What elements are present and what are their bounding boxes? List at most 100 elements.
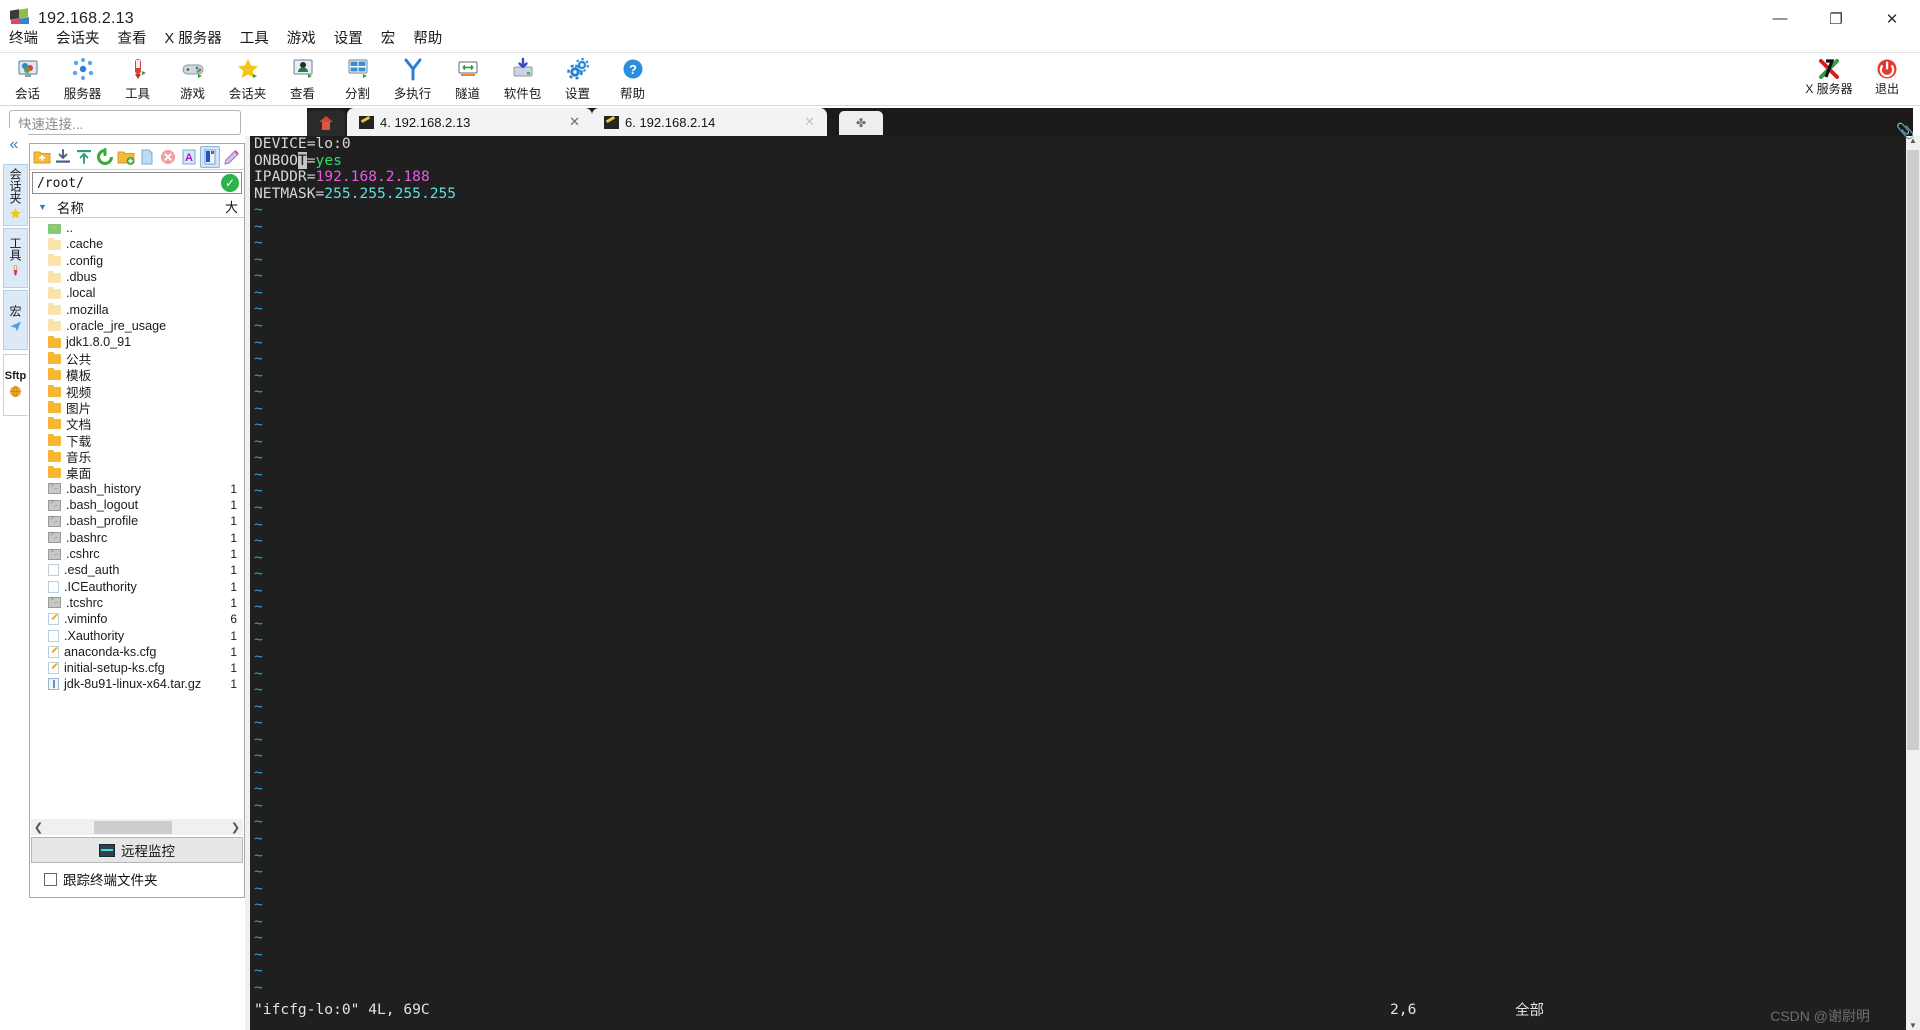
menu-xserver[interactable]: X 服务器 [156,24,231,51]
file-list-item[interactable]: .bash_logout 1 [30,497,244,513]
menu-games[interactable]: 游戏 [278,24,325,51]
file-list-hscrollbar[interactable]: ❮ ❯ [31,819,243,835]
toolbar-split[interactable]: 分割 [330,53,385,106]
menu-macros[interactable]: 宏 [372,24,405,51]
toolbar-view[interactable]: 查看 [275,53,330,106]
file-list-item[interactable]: .local [30,285,244,301]
vtab-sftp[interactable]: Sftp [3,354,28,416]
toolbar-xserver[interactable]: X 服务器 [1800,53,1858,106]
file-list-item[interactable]: jdk-8u91-linux-x64.tar.gz 1 [30,676,244,692]
menu-help[interactable]: 帮助 [404,24,451,51]
file-list-item[interactable]: jdk1.8.0_91 [30,334,244,350]
file-list-item[interactable]: 公共 [30,350,244,367]
tab-close-button[interactable]: ✕ [569,114,580,130]
check-circle-icon[interactable]: ✓ [221,174,239,192]
vtab-sessions[interactable]: 会话夹 [3,164,28,226]
tab-session-6[interactable]: 6. 192.168.2.14 ✕ [592,108,827,136]
file-list-item[interactable]: 下载 [30,432,244,449]
scroll-down-icon[interactable]: ▼ [1906,1021,1920,1030]
file-list-item[interactable]: 桌面 [30,464,244,481]
file-list-item[interactable]: .Xauthority 1 [30,627,244,643]
new-tab-button[interactable]: ✤ [839,111,883,135]
terminal-scrollbar[interactable]: ▲ ▼ [1906,136,1920,1030]
toolbar-tunneling[interactable]: 隧道 [440,53,495,106]
file-list-item[interactable]: .mozilla [30,301,244,317]
file-list-item[interactable]: ↖.. [30,220,244,236]
follow-terminal-folder-checkbox[interactable]: 跟踪终端文件夹 [44,869,158,889]
packages-icon [508,55,538,82]
fp-binary-mode[interactable] [200,145,221,168]
file-list[interactable]: ↖.. .cache .config .dbus .local .mozilla .orac… [30,220,244,813]
toolbar-packages[interactable]: 软件包 [495,53,550,106]
fp-download[interactable] [54,146,73,168]
paperclip-icon[interactable]: 📎 [1896,122,1915,140]
toolbar-multiexec[interactable]: 多执行 [385,53,440,106]
toolbar-servers[interactable]: 服务器 [55,53,110,106]
file-list-item[interactable]: 音乐 [30,448,244,465]
file-list-item[interactable]: .config [30,253,244,269]
quick-connect-input[interactable]: 快速连接... [9,110,241,135]
toolbar-settings[interactable]: 设置 [550,53,605,106]
fp-parent-dir[interactable] [33,146,52,168]
shell-file-icon [48,515,61,527]
file-list-item[interactable]: initial-setup-ks.cfg 1 [30,660,244,676]
home-icon[interactable] [307,110,345,136]
fp-refresh[interactable] [96,146,115,168]
terminal-output[interactable]: DEVICE=lo:0 ONBOOT=yes IPADDR=192.168.2.18… [250,136,1906,994]
file-list-item[interactable]: .ICEauthority 1 [30,579,244,595]
vtab-tools[interactable]: 工具 [3,228,28,288]
scrollbar-thumb[interactable] [1907,150,1919,750]
menu-terminal[interactable]: 终端 [0,24,47,51]
path-bar[interactable]: ✓ [32,172,242,194]
file-list-item[interactable]: anaconda-ks.cfg 1 [30,644,244,660]
file-list-item[interactable]: .dbus [30,269,244,285]
path-input[interactable] [37,175,207,191]
chevron-right-icon[interactable]: ❯ [228,821,243,834]
file-list-item[interactable]: .viminfo 6 [30,611,244,627]
file-list-item[interactable]: 文档 [30,416,244,432]
plain-file-icon [48,580,59,593]
tab-close-button[interactable]: ✕ [804,114,815,130]
toolbar-sessions-folder[interactable]: 会话夹 [220,53,275,106]
chevron-left-icon[interactable]: ❮ [31,821,46,834]
tab-session-4[interactable]: 4. 192.168.2.13 ✕ [347,108,592,136]
file-list-item[interactable]: .tcshrc 1 [30,595,244,611]
column-header-size[interactable]: 大 [225,197,238,216]
fp-delete[interactable] [158,146,177,168]
file-list-item[interactable]: .bashrc 1 [30,530,244,546]
file-list-item[interactable]: .cshrc 1 [30,546,244,562]
fp-new-file[interactable] [137,146,156,168]
terminal-empty-line-marker: ~ [254,962,263,980]
menu-sessions[interactable]: 会话夹 [47,24,109,51]
fp-text-mode[interactable]: A [179,146,198,168]
toolbar-tools[interactable]: 工具 [110,53,165,106]
menu-settings[interactable]: 设置 [325,24,372,51]
chevron-down-icon[interactable]: ▼ [38,202,47,212]
menu-view[interactable]: 查看 [109,24,156,51]
column-header-name[interactable]: 名称 [57,197,84,217]
file-list-item[interactable]: 图片 [30,399,244,416]
vtab-macros[interactable]: 宏 [3,290,28,350]
fp-edit[interactable] [222,146,241,168]
fp-new-folder[interactable] [117,146,136,168]
file-list-item[interactable]: .cache [30,236,244,252]
fp-upload[interactable] [75,146,94,168]
checkbox-box[interactable] [44,872,57,886]
file-list-item[interactable]: .bash_history 1 [30,481,244,497]
toolbar-exit[interactable]: 退出 [1858,53,1916,106]
file-list-item[interactable]: 模板 [30,367,244,383]
toolbar-help[interactable]: ? 帮助 [605,53,660,106]
toolbar-session[interactable]: 会话 [0,53,55,106]
hscroll-track[interactable] [46,820,228,834]
toolbar-games[interactable]: 游戏 [165,53,220,106]
remote-monitor-button[interactable]: 远程监控 [31,837,243,863]
menu-tools[interactable]: 工具 [231,24,278,51]
hscroll-thumb[interactable] [94,821,172,834]
file-list-item[interactable]: .esd_auth 1 [30,562,244,578]
file-list-item[interactable]: .bash_profile 1 [30,513,244,529]
chevron-double-left-icon[interactable]: « [4,134,24,156]
file-list-item[interactable]: 视频 [30,383,244,400]
file-list-item[interactable]: .oracle_jre_usage [30,318,244,334]
folder-icon [48,368,61,381]
vtab-macros-label: 宏 [8,305,22,317]
